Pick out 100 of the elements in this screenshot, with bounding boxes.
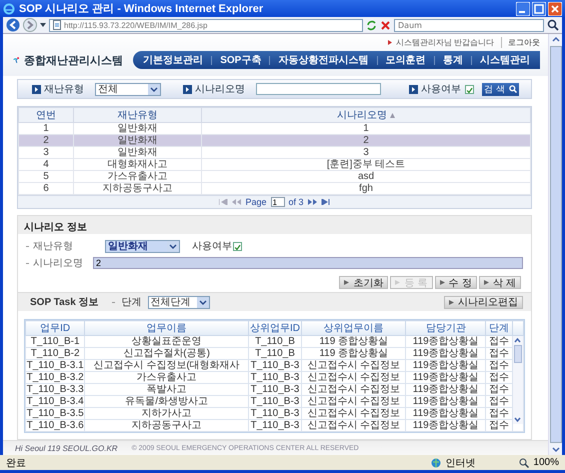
text-field[interactable]: 2	[93, 257, 523, 270]
dropdown[interactable]: 일반화재	[105, 240, 180, 253]
close-icon[interactable]	[548, 2, 562, 16]
scroll-thumb[interactable]	[550, 46, 562, 443]
field-label: 사용여부	[421, 83, 461, 96]
action-button[interactable]: 수 정	[434, 276, 477, 290]
search-field[interactable]: Daum	[394, 18, 544, 32]
table-row[interactable]: 2 일반화재 2	[18, 134, 530, 147]
scrollbar[interactable]	[512, 336, 523, 424]
checkbox[interactable]	[465, 84, 474, 94]
table-cell: 지하가사고	[84, 408, 248, 420]
zoom-icon[interactable]	[519, 458, 530, 468]
nav-item[interactable]: 기본정보관리	[143, 53, 204, 67]
logout-link[interactable]: 로그아웃	[501, 36, 540, 48]
arrow-icon	[449, 300, 454, 305]
table-cell: 119 종합상황실	[302, 336, 406, 348]
table-cell: 119종합상황실	[406, 372, 486, 384]
next-page-icon[interactable]	[308, 199, 317, 206]
scroll-up-icon[interactable]	[550, 34, 562, 44]
table-cell: 접수	[486, 336, 512, 348]
table-row[interactable]: 4 대형화재사고 [훈련]중부 테스트	[18, 158, 530, 171]
edit-button[interactable]: 시나리오편집	[444, 296, 523, 309]
column-header[interactable]: 시나리오명	[202, 108, 530, 123]
scroll-down-icon[interactable]	[550, 445, 562, 455]
check-icon	[234, 242, 241, 252]
search-icon	[508, 85, 517, 94]
zone-text: 인터넷	[445, 456, 476, 470]
table-cell: 119종합상황실	[406, 420, 486, 432]
zoom-level[interactable]: 100%	[533, 457, 559, 468]
maximize-icon[interactable]	[532, 2, 546, 16]
nav-item[interactable]: SOP구축	[220, 53, 262, 67]
column-header[interactable]: 상위업무이름	[302, 320, 406, 336]
search-button[interactable]: 검 색	[482, 82, 519, 96]
dropdown[interactable]: 전체	[95, 82, 161, 96]
table-cell: 3	[202, 146, 530, 159]
scroll-up-icon[interactable]	[513, 336, 522, 346]
table-cell: T_110_B-3.2	[26, 372, 85, 384]
page-input[interactable]: 1	[270, 197, 284, 208]
table-cell: T_110_B-3.4	[26, 396, 85, 408]
table-row[interactable]: 5 가스유출사고 asd	[18, 170, 530, 183]
page-icon	[53, 20, 61, 30]
scroll-thumb[interactable]	[514, 345, 522, 364]
table-cell: 접수	[486, 384, 512, 396]
scroll-down-icon[interactable]	[513, 415, 522, 424]
table-cell: T_110_B-3	[248, 408, 302, 420]
section-title: SOP Task 정보	[30, 296, 99, 310]
nav-item[interactable]: 모의훈련	[386, 53, 426, 67]
dropdown[interactable]: 전체단계	[148, 296, 210, 309]
table-cell: 접수	[486, 408, 512, 420]
bullet-icon	[32, 84, 41, 94]
table-cell: 접수	[486, 360, 512, 372]
table-cell: T_110_B-3	[248, 360, 302, 372]
table-cell: 접수	[486, 420, 512, 432]
stop-icon[interactable]	[380, 20, 391, 30]
table-cell: 신고접수시 수집정보(대형화재사	[84, 360, 248, 372]
page-count: of 3	[288, 197, 304, 208]
table-cell: 3	[18, 146, 74, 159]
table-cell: 신고접수시 수집정보	[302, 360, 406, 372]
search-icon[interactable]	[547, 19, 559, 31]
table-cell: 유독물/화생방사고	[84, 396, 248, 408]
action-button[interactable]: 삭 제	[478, 276, 521, 290]
table-cell: 119종합상황실	[406, 384, 486, 396]
table-cell: 대형화재사고	[74, 158, 202, 171]
greeting-text: 시스템관리자님 반갑습니다	[396, 36, 494, 48]
sort-icon	[390, 113, 395, 118]
column-header[interactable]: 단계	[486, 320, 512, 336]
status-text: 완료	[6, 456, 26, 470]
nav-item[interactable]: 자동상황전파시스템	[278, 53, 368, 67]
column-header[interactable]: 담당기관	[406, 320, 486, 336]
table-row[interactable]: 3 일반화재 3	[18, 146, 530, 159]
column-header[interactable]: 업무이름	[84, 320, 248, 336]
last-page-icon[interactable]	[320, 199, 330, 206]
scrollbar[interactable]	[548, 34, 562, 455]
page-label: Page	[245, 197, 266, 208]
table-cell: 일반화재	[74, 134, 202, 147]
address-field[interactable]: http://115.93.73.220/WEB/IM/IM_286.jsp	[49, 18, 363, 32]
table-cell: 가스유출사고	[74, 170, 202, 183]
column-header[interactable]: 업무ID	[26, 320, 85, 336]
table-cell: T_110_B-3	[248, 420, 302, 432]
nav-item[interactable]: 통계	[442, 53, 463, 67]
column-header[interactable]: 연번	[18, 108, 74, 123]
arrow-icon	[344, 280, 350, 286]
table-cell: 신고접수시 수집정보	[302, 384, 406, 396]
refresh-icon[interactable]	[366, 20, 377, 30]
footer-logo: Hi Seoul 119 SEOUL.GO.KR	[15, 444, 118, 453]
text-field[interactable]	[256, 83, 381, 96]
table-cell: 119종합상황실	[406, 396, 486, 408]
column-header[interactable]: 상위업무ID	[248, 320, 302, 336]
field-label: 사용여부	[192, 240, 232, 254]
column-header[interactable]: 재난유형	[74, 108, 202, 123]
back-icon[interactable]	[6, 18, 20, 32]
nav-item[interactable]: 시스템관리	[480, 53, 530, 67]
table-cell: 접수	[486, 348, 512, 360]
minimize-icon[interactable]	[516, 2, 530, 16]
dropdown-arrow-icon[interactable]	[40, 23, 46, 27]
table-cell: T_110_B-1	[26, 336, 85, 348]
table-cell: 5	[18, 170, 74, 183]
checkbox[interactable]	[233, 242, 242, 251]
table-cell: 119 종합상황실	[302, 348, 406, 360]
action-button[interactable]: 초기화	[339, 276, 388, 290]
